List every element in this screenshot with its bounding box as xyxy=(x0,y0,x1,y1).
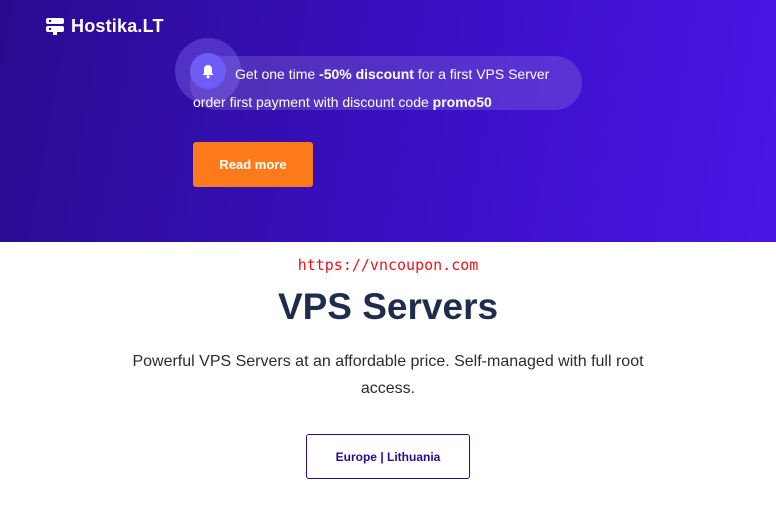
logo[interactable]: Hostika.LT xyxy=(45,14,164,38)
hero-banner: Hostika.LT Get one time -50% discount fo… xyxy=(0,0,776,242)
page-title: VPS Servers xyxy=(277,286,499,327)
watermark-url: https://vncoupon.com xyxy=(297,256,479,274)
read-more-button[interactable]: Read more xyxy=(193,142,313,187)
brand-name: Hostika.LT xyxy=(71,15,164,36)
promo-code: promo50 xyxy=(432,94,492,110)
promo-text: Get one time -50% discount for a first V… xyxy=(193,60,578,116)
region-button[interactable]: Europe | Lithuania xyxy=(306,434,470,479)
page-subtitle: Powerful VPS Servers at an affordable pr… xyxy=(132,353,644,397)
promo-text-pre: Get one time xyxy=(235,66,320,82)
server-stack-icon xyxy=(46,18,64,35)
promo-discount: -50% discount xyxy=(319,66,414,82)
